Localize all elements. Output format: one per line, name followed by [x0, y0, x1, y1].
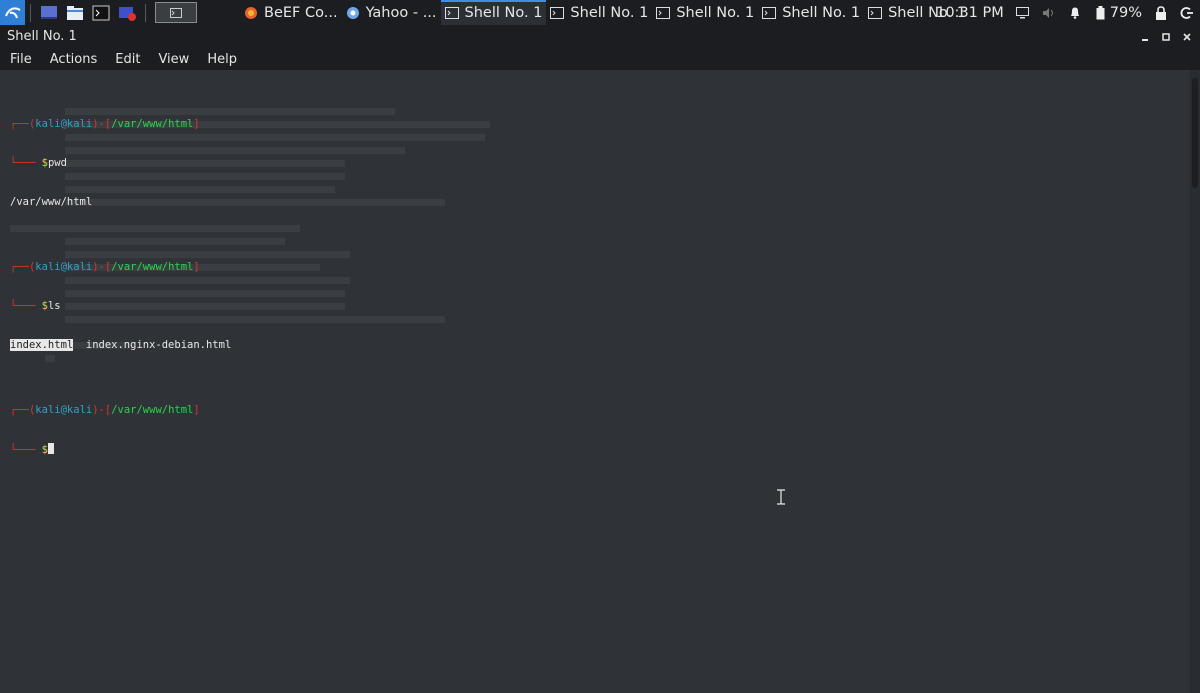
launcher-area [0, 0, 197, 25]
prompt-line: ┌──(kali@kali)-[/var/www/html] [10, 404, 200, 416]
task-shell-4[interactable]: Shell No. 1 [758, 0, 864, 25]
separator [145, 3, 146, 22]
menu-bar: File Actions Edit View Help [0, 48, 1200, 70]
chromium-icon [346, 6, 360, 20]
terminal-icon [762, 6, 777, 20]
window-controls [1133, 25, 1196, 48]
task-shell-1[interactable]: Shell No. 1 [440, 0, 547, 25]
scrollbar-thumb[interactable] [1192, 78, 1198, 188]
file-manager-icon[interactable] [65, 3, 85, 23]
ls-entry[interactable]: index.html [10, 339, 74, 351]
task-shell-3[interactable]: Shell No. 1 [652, 0, 758, 25]
output-line: index.html index.nginx-debian.html [10, 339, 231, 352]
close-button[interactable] [1178, 28, 1196, 46]
prompt-line: ┌──(kali@kali)-[/var/www/html] [10, 118, 200, 130]
battery-percentage[interactable]: 79% [1110, 5, 1142, 21]
battery-icon[interactable] [1094, 5, 1108, 20]
terminal-launcher-icon[interactable] [91, 3, 111, 23]
maximize-button[interactable] [1157, 28, 1175, 46]
separator [30, 3, 31, 22]
terminal-icon [550, 6, 565, 20]
task-label: BeEF Co... [264, 4, 338, 21]
menu-file[interactable]: File [0, 52, 40, 67]
ibeam-cursor-icon [777, 489, 785, 505]
task-yahoo[interactable]: Yahoo - ... [342, 0, 441, 25]
task-shell-2[interactable]: Shell No. 1 [546, 0, 652, 25]
menu-actions[interactable]: Actions [40, 52, 106, 67]
kali-menu-icon[interactable] [0, 0, 25, 25]
task-label: Yahoo - ... [365, 4, 437, 21]
command-line: └─── $ls [10, 300, 61, 312]
volume-icon[interactable] [1042, 6, 1056, 20]
task-label: Shell No. 1 [464, 4, 543, 21]
task-list: BeEF Co... Yahoo - ... Shell No. 1 Shell… [240, 0, 970, 25]
terminal-icon [868, 6, 883, 20]
text-cursor [47, 443, 54, 454]
workspace-window-button[interactable] [155, 2, 197, 23]
terminal-icon [444, 6, 459, 20]
menu-help[interactable]: Help [197, 52, 245, 67]
terminal-area[interactable]: ┌──(kali@kali)-[/var/www/html] └─── $pwd… [0, 70, 1200, 693]
menu-edit[interactable]: Edit [105, 52, 148, 67]
task-label: Shell No. 1 [676, 4, 755, 21]
prompt-line: ┌──(kali@kali)-[/var/www/html] [10, 261, 200, 273]
output-line: /var/www/html [10, 196, 93, 208]
desktop-icon[interactable] [39, 3, 59, 23]
logout-icon[interactable] [1180, 6, 1194, 20]
clock[interactable]: 10:31 PM [936, 5, 1004, 21]
notification-bell-icon[interactable] [1068, 6, 1082, 20]
task-label: Shell No. 1 [570, 4, 649, 21]
vertical-scrollbar[interactable] [1190, 70, 1200, 693]
terminal-output: ┌──(kali@kali)-[/var/www/html] └─── $pwd… [10, 79, 231, 482]
command-line: └─── $pwd [10, 157, 67, 169]
terminal-icon [656, 6, 671, 20]
window-titlebar[interactable]: Shell No. 1 [0, 25, 1200, 48]
ls-entry[interactable]: index.nginx-debian.html [86, 339, 231, 351]
menu-view[interactable]: View [148, 52, 197, 67]
top-panel: BeEF Co... Yahoo - ... Shell No. 1 Shell… [0, 0, 1200, 25]
minimize-button[interactable] [1136, 28, 1154, 46]
display-icon[interactable] [1016, 6, 1030, 20]
system-tray: 10:31 PM 79% [928, 0, 1200, 25]
task-label: Shell No. 1 [782, 4, 861, 21]
screen-recorder-icon[interactable] [117, 3, 137, 23]
firefox-icon [244, 6, 258, 20]
task-beef[interactable]: BeEF Co... [240, 0, 342, 25]
window-title: Shell No. 1 [7, 29, 77, 44]
lock-icon[interactable] [1154, 5, 1168, 20]
command-line-current[interactable]: └─── $ [10, 443, 231, 456]
